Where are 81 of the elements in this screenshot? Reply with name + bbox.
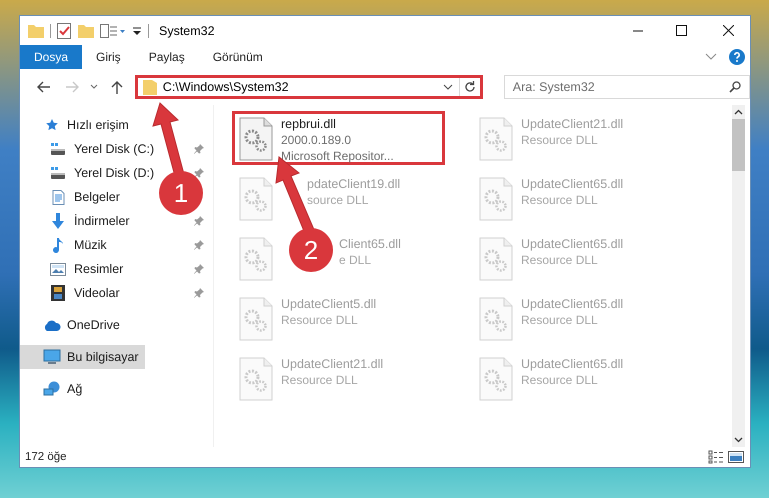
scroll-up-icon[interactable] bbox=[734, 109, 743, 115]
search-field[interactable]: Ara: System32 bbox=[504, 75, 750, 99]
details-view-icon[interactable] bbox=[708, 450, 724, 464]
gear-file-icon bbox=[479, 117, 513, 161]
gear-file-icon bbox=[239, 177, 273, 221]
pin-icon[interactable] bbox=[194, 144, 204, 154]
sidebar-item[interactable]: Bu bilgisayar bbox=[20, 345, 145, 369]
gear-file-icon bbox=[479, 357, 513, 401]
step-badge: 2 bbox=[289, 228, 333, 272]
file-detail: Resource DLL bbox=[281, 372, 359, 388]
item-count: 172 öğe bbox=[25, 451, 68, 463]
refresh-icon[interactable] bbox=[464, 81, 476, 93]
sidebar-item[interactable]: Ağ bbox=[20, 377, 88, 401]
document-icon bbox=[52, 190, 64, 204]
drive-icon bbox=[50, 166, 66, 180]
drive-icon bbox=[50, 142, 66, 156]
window-title: System32 bbox=[158, 24, 216, 38]
network-icon bbox=[43, 381, 61, 397]
file-detail: source DLL bbox=[307, 192, 370, 208]
gear-file-icon bbox=[479, 237, 513, 281]
pin-icon[interactable] bbox=[194, 240, 204, 250]
ribbon-tab[interactable]: Dosya bbox=[20, 45, 82, 69]
scroll-down-icon[interactable] bbox=[734, 437, 743, 443]
scrollbar-thumb[interactable] bbox=[732, 119, 745, 171]
cloud-icon bbox=[43, 320, 61, 330]
picture-icon bbox=[50, 262, 66, 276]
large-icons-view-icon[interactable] bbox=[728, 450, 744, 464]
address-bar[interactable]: C:\Windows\System32 bbox=[134, 75, 483, 99]
gear-file-icon bbox=[239, 297, 273, 341]
up-arrow-icon bbox=[110, 80, 123, 94]
dropdown-icon[interactable] bbox=[132, 26, 142, 36]
sidebar-item[interactable]: Yerel Disk (C:) bbox=[20, 137, 160, 161]
ribbon-tab[interactable]: Görünüm bbox=[198, 45, 277, 69]
sidebar-item[interactable]: Videolar bbox=[20, 281, 126, 305]
help-icon[interactable] bbox=[729, 49, 745, 65]
film-icon bbox=[51, 285, 65, 301]
file-detail: Resource DLL bbox=[521, 252, 599, 268]
file-detail: Resource DLL bbox=[521, 192, 599, 208]
close-icon bbox=[722, 25, 734, 36]
maximize-icon bbox=[676, 25, 687, 36]
file-detail: e DLL bbox=[339, 252, 372, 268]
sidebar-item[interactable]: Yerel Disk (D:) bbox=[20, 161, 160, 185]
folder-icon bbox=[142, 79, 157, 95]
sidebar-item[interactable]: OneDrive bbox=[20, 313, 126, 337]
file-detail: Microsoft Repositor... bbox=[281, 148, 394, 164]
gear-file-icon bbox=[479, 177, 513, 221]
down-arrow-icon bbox=[51, 213, 65, 229]
sidebar-item[interactable]: Müzik bbox=[20, 233, 113, 257]
properties-icon[interactable] bbox=[100, 24, 126, 38]
file-detail: Resource DLL bbox=[281, 312, 359, 328]
sidebar-item[interactable]: Resimler bbox=[20, 257, 130, 281]
file-detail: 2000.0.189.0 bbox=[281, 132, 352, 148]
right-arrow-icon bbox=[64, 81, 78, 93]
ribbon-tab[interactable]: Giriş bbox=[82, 45, 135, 69]
sidebar-item[interactable]: Belgeler bbox=[20, 185, 126, 209]
gear-file-icon bbox=[239, 237, 273, 281]
step-badge: 1 bbox=[159, 171, 203, 215]
left-arrow-icon bbox=[36, 81, 51, 93]
file-name[interactable]: repbrui.dll bbox=[281, 117, 394, 132]
sidebar-item[interactable]: Hızlı erişim bbox=[20, 113, 135, 137]
monitor-icon bbox=[43, 349, 61, 365]
file-detail: Resource DLL bbox=[521, 132, 599, 148]
pin-icon[interactable] bbox=[194, 264, 204, 274]
sidebar-item[interactable]: İndirmeler bbox=[20, 209, 136, 233]
pin-icon[interactable] bbox=[194, 288, 204, 298]
star-icon bbox=[45, 118, 59, 132]
search-icon bbox=[729, 81, 742, 93]
scrollbar[interactable] bbox=[732, 105, 745, 447]
file-detail: Resource DLL bbox=[521, 312, 599, 328]
file-item[interactable]: repbrui.dll 2000.0.189.0 Microsoft Repositor... bbox=[232, 111, 445, 165]
chevron-icon bbox=[90, 84, 98, 90]
file-detail: Resource DLL bbox=[521, 372, 599, 388]
pin-icon[interactable] bbox=[194, 168, 204, 178]
gear-file-icon bbox=[239, 357, 273, 401]
music-note-icon bbox=[52, 237, 64, 253]
pin-icon[interactable] bbox=[194, 216, 204, 226]
checklist-icon[interactable] bbox=[57, 22, 72, 38]
gear-file-icon bbox=[479, 297, 513, 341]
ribbon-tab[interactable]: Paylaş bbox=[134, 45, 199, 69]
gear-file-icon bbox=[239, 117, 273, 161]
chevron-icon[interactable] bbox=[442, 84, 453, 90]
